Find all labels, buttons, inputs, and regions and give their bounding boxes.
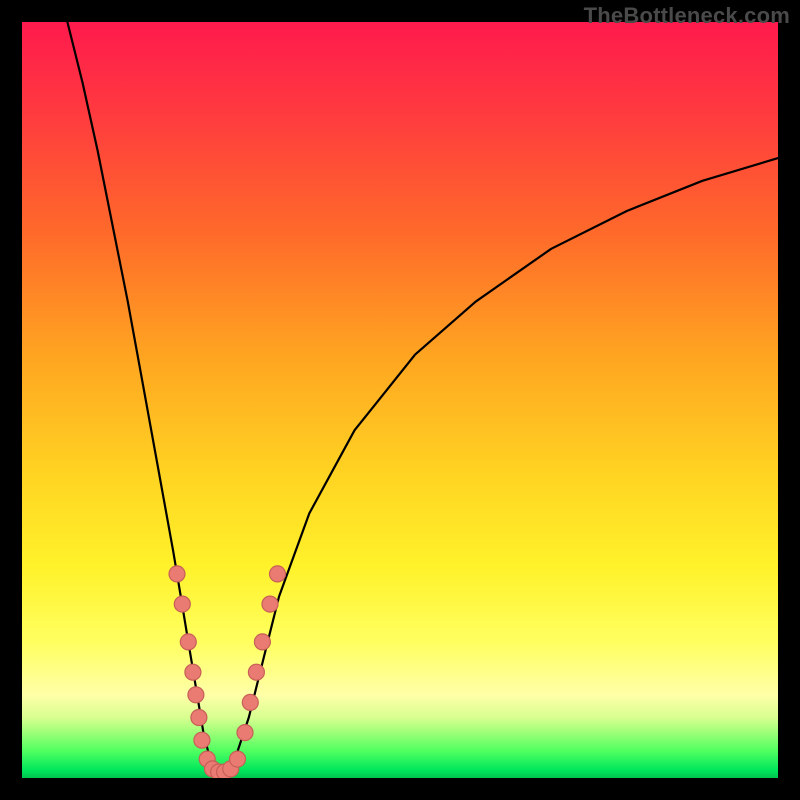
bottleneck-curve — [22, 22, 778, 778]
data-points-group — [169, 566, 286, 778]
data-point — [185, 664, 201, 680]
watermark-text: TheBottleneck.com — [584, 3, 790, 29]
data-point — [248, 664, 264, 680]
data-point — [194, 732, 210, 748]
chart-frame: TheBottleneck.com — [0, 0, 800, 800]
curve-path — [67, 22, 778, 778]
data-point — [242, 694, 258, 710]
data-point — [270, 566, 286, 582]
data-point — [237, 725, 253, 741]
data-point — [254, 634, 270, 650]
data-point — [188, 687, 204, 703]
data-point — [191, 710, 207, 726]
data-point — [262, 596, 278, 612]
data-point — [180, 634, 196, 650]
data-point — [169, 566, 185, 582]
data-point — [174, 596, 190, 612]
plot-area — [22, 22, 778, 778]
data-point — [230, 751, 246, 767]
